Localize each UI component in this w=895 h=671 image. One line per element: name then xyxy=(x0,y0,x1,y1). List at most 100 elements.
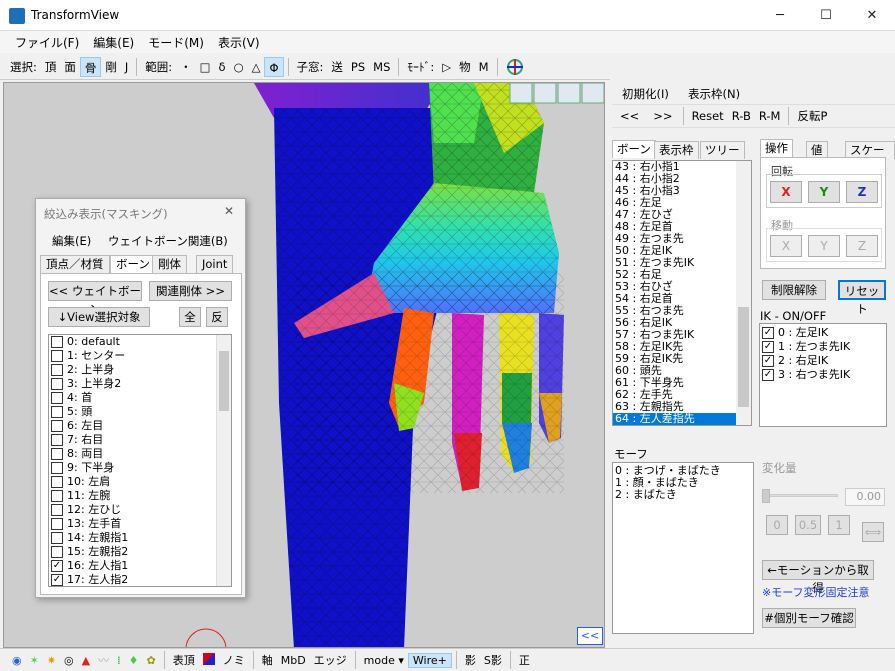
bone-list-item[interactable]: 1: センター xyxy=(49,349,231,363)
reset-nav-button[interactable]: Reset xyxy=(688,109,728,123)
bone-checkbox[interactable] xyxy=(51,518,63,530)
display-frame-menu[interactable]: 表示枠(N) xyxy=(688,86,740,102)
move-x-button[interactable]: X xyxy=(770,235,802,257)
range-delta-button[interactable]: δ xyxy=(215,57,230,77)
edge-toggle[interactable]: エッジ xyxy=(310,652,351,668)
menu-edit[interactable]: 編集(E) xyxy=(86,34,141,51)
bone-mask-list[interactable]: 0: default 1: センター 2: 上半身 3: 上半身2 4: 首 5: 頭 6:… xyxy=(48,334,232,587)
bone-checkbox[interactable] xyxy=(51,546,63,558)
drop-icon[interactable]: ♦ xyxy=(125,654,143,667)
shadow-toggle[interactable]: 影 xyxy=(461,652,480,668)
bone-list[interactable]: 43 : 右小指1 44 : 右小指2 45 : 右小指3 46 : 左足 47 : 左… xyxy=(612,160,752,426)
menu-mode[interactable]: モード(M) xyxy=(141,34,211,51)
select-joint-button[interactable]: J xyxy=(121,57,132,77)
masking-close-icon[interactable]: ✕ xyxy=(224,204,234,218)
leaf-icon[interactable]: ✿ xyxy=(143,654,160,667)
rm-button[interactable]: R-M xyxy=(755,109,785,123)
minimize-button[interactable]: ─ xyxy=(757,0,803,31)
tab-bone[interactable]: ボーン xyxy=(612,140,656,158)
bone-list-item[interactable]: 8: 両目 xyxy=(49,447,231,461)
ik-item[interactable]: ✓ 3 : 右つま先IK xyxy=(760,368,886,382)
front-view-toggle[interactable]: 正 xyxy=(515,652,534,668)
pose-reset-button[interactable]: リセット xyxy=(838,280,886,316)
mode-physics-button[interactable]: 物 xyxy=(455,57,475,77)
bone-list-item[interactable]: 12: 左ひじ xyxy=(49,503,231,517)
view-select-button[interactable]: ↓View選択対象 xyxy=(48,307,150,327)
mbd-toggle[interactable]: MbD xyxy=(277,654,310,667)
window-send-button[interactable]: 送 xyxy=(327,57,347,77)
limit-release-button[interactable]: 制限解除 xyxy=(762,280,826,300)
invert-button[interactable]: 反 xyxy=(206,307,228,327)
bone-checkbox[interactable] xyxy=(51,364,63,376)
change-slider[interactable] xyxy=(766,494,838,497)
bone-list-item[interactable]: 11: 左腕 xyxy=(49,489,231,503)
tab-display-frame[interactable]: 表示枠 xyxy=(654,141,699,159)
bone-checkbox[interactable] xyxy=(51,392,63,404)
bone-checkbox[interactable]: ✓ xyxy=(51,574,63,586)
select-all-button[interactable]: 全 xyxy=(179,307,201,327)
bone-checkbox[interactable] xyxy=(51,420,63,432)
wave-icon[interactable]: 〰 xyxy=(94,652,113,668)
masking-tab-joint[interactable]: Joint xyxy=(196,255,234,273)
color-swatch-icon[interactable] xyxy=(199,652,219,668)
bone-list-item[interactable]: 9: 下半身 xyxy=(49,461,231,475)
change-slider-thumb[interactable] xyxy=(762,489,770,503)
ik-checkbox[interactable]: ✓ xyxy=(762,341,774,353)
bone-list-item[interactable]: 3: 上半身2 xyxy=(49,377,231,391)
select-rigid-button[interactable]: 剛 xyxy=(101,57,121,77)
grass-icon[interactable]: ✶ xyxy=(26,654,43,667)
change-zero-button[interactable]: 0 xyxy=(766,515,788,535)
menu-file[interactable]: ファイル(F) xyxy=(8,34,86,51)
bone-checkbox[interactable] xyxy=(51,434,63,446)
flip-pose-button[interactable]: 反転P xyxy=(793,108,831,124)
bone-list-item[interactable]: 7: 右目 xyxy=(49,433,231,447)
ik-checkbox[interactable]: ✓ xyxy=(762,355,774,367)
bone-list-item[interactable]: 2: 上半身 xyxy=(49,363,231,377)
next-button[interactable]: >> xyxy=(647,109,678,123)
initialize-menu[interactable]: 初期化(I) xyxy=(622,86,669,102)
get-from-motion-button[interactable]: ←モーションから取得 xyxy=(762,560,874,595)
move-z-button[interactable]: Z xyxy=(846,235,878,257)
range-rect-button[interactable]: □ xyxy=(196,57,215,77)
tab-operation[interactable]: 操作 xyxy=(760,139,793,157)
morph-list[interactable]: 0 : まつげ・まばたき 1 : 顔・まばたき 2 : まばたき xyxy=(612,462,754,634)
bone-list-item[interactable]: 10: 左肩 xyxy=(49,475,231,489)
range-circle-button[interactable]: ○ xyxy=(230,57,248,77)
individual-morph-button[interactable]: #個別モーフ確認 xyxy=(762,608,856,628)
collapse-panel-button[interactable]: << xyxy=(577,627,603,645)
rb-button[interactable]: R-B xyxy=(728,109,755,123)
change-toggle-icon[interactable]: ⟺ xyxy=(862,522,884,542)
wire-plus-toggle[interactable]: Wire+ xyxy=(407,652,452,668)
masking-tab-rigid[interactable]: 剛体 xyxy=(152,255,187,273)
bone-list-item[interactable]: 14: 左親指1 xyxy=(49,531,231,545)
bone-checkbox[interactable] xyxy=(51,406,63,418)
range-phi-button[interactable]: Φ xyxy=(264,56,284,77)
change-half-button[interactable]: 0.5 xyxy=(795,515,821,535)
rotate-y-button[interactable]: Y xyxy=(808,181,840,203)
triangle-icon[interactable]: ▲ xyxy=(78,654,94,667)
self-shadow-toggle[interactable]: S影 xyxy=(480,652,506,668)
bone-list-item[interactable]: 0: default xyxy=(49,335,231,349)
bone-checkbox[interactable] xyxy=(51,378,63,390)
menu-view[interactable]: 表示(V) xyxy=(211,34,267,51)
bone-list-item[interactable]: 15: 左親指2 xyxy=(49,545,231,559)
mode-play-button[interactable]: ▷ xyxy=(438,57,455,77)
dots-icon[interactable]: ⁞ xyxy=(113,654,125,667)
select-bone-button[interactable]: 骨 xyxy=(79,56,102,77)
bone-checkbox[interactable] xyxy=(51,532,63,544)
spark-icon[interactable]: ✷ xyxy=(43,654,60,667)
ik-checkbox[interactable]: ✓ xyxy=(762,369,774,381)
tab-tree[interactable]: ツリー xyxy=(700,141,745,159)
bone-list-item[interactable]: ✓ 16: 左人指1 xyxy=(49,559,231,573)
normal-toggle[interactable]: ノミ xyxy=(219,652,249,668)
bone-list-scrollbar[interactable] xyxy=(216,335,231,586)
ik-item[interactable]: ✓ 0 : 左足IK xyxy=(760,326,886,340)
change-value-field[interactable]: 0.00 xyxy=(845,488,885,506)
masking-tab-vertex-material[interactable]: 頂点／材質 xyxy=(40,255,110,273)
bone-list-item[interactable]: 13: 左手首 xyxy=(49,517,231,531)
window-ps-button[interactable]: PS xyxy=(347,57,369,77)
rotate-z-button[interactable]: Z xyxy=(846,181,878,203)
bone-checkbox[interactable] xyxy=(51,462,63,474)
range-point-button[interactable]: ・ xyxy=(176,57,196,77)
prev-button[interactable]: << xyxy=(612,109,647,123)
